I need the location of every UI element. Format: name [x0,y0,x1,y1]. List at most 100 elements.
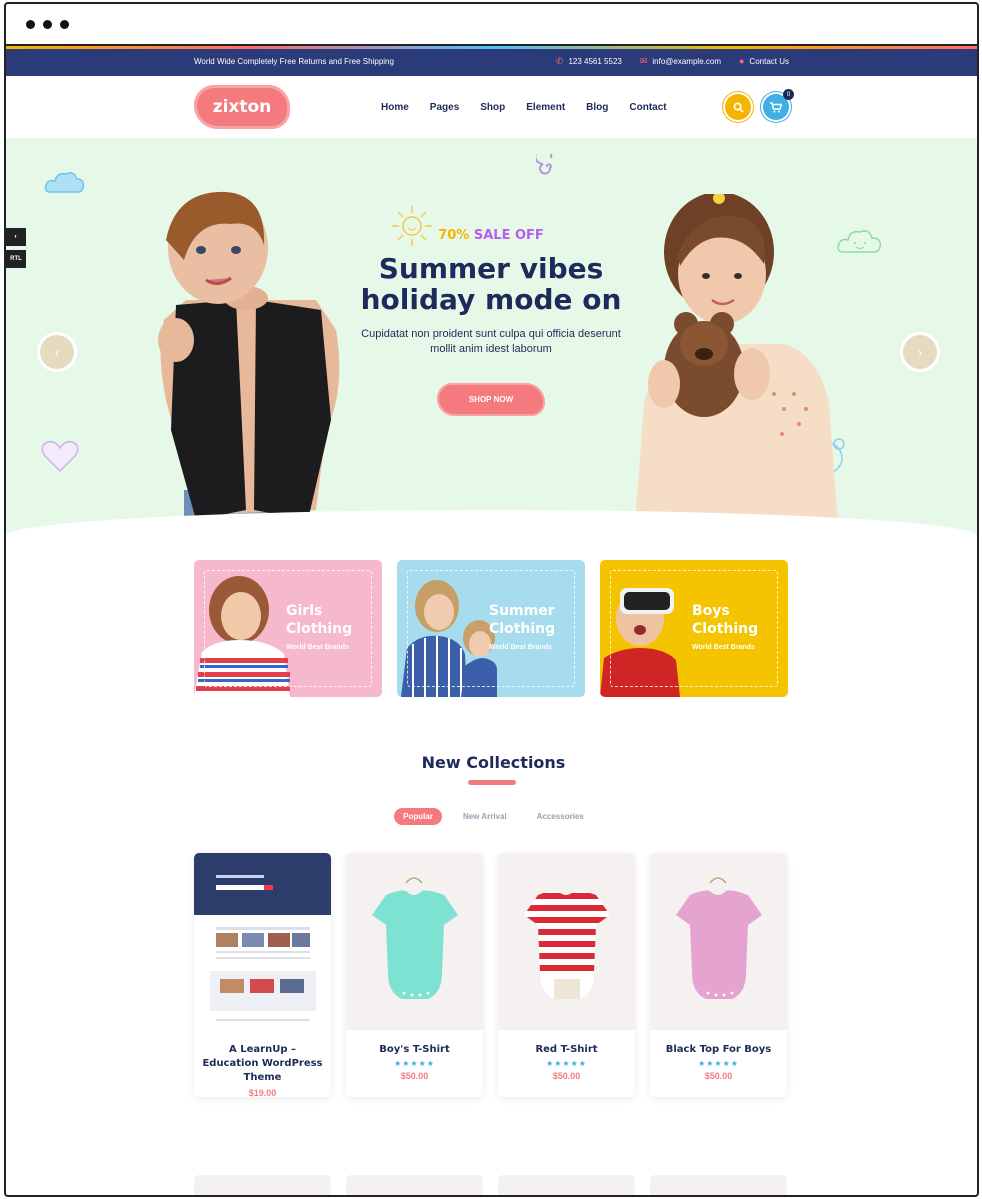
hero-subtitle-line-1: Cupidatat non proident sunt culpa qui of… [361,328,621,340]
browser-window: World Wide Completely Free Returns and F… [4,2,979,1197]
tab-accessories[interactable]: Accessories [528,808,593,825]
contact-link[interactable]: ● Contact Us [739,56,789,67]
phone-text: 123 4561 5523 [568,56,622,66]
category-tagline: World Best Brands [692,644,755,651]
product-name[interactable]: Boy's T-Shirt [346,1043,483,1057]
nav-item-pages[interactable]: Pages [430,102,459,113]
category-title-line-2: Clothing [489,621,556,637]
product-name[interactable]: Red T-Shirt [498,1043,635,1057]
nav-item-element[interactable]: Element [526,102,565,113]
sale-percent: 70% [438,228,470,243]
product-card[interactable]: Boy's T-Shirt ★★★★★ $50.00 [346,853,483,1097]
search-icon [733,102,744,113]
cart-count-badge: 0 [783,89,794,100]
category-tagline: World Best Brands [286,644,349,651]
hero-headline-line-2: holiday mode on [360,283,622,316]
theme-screenshot [194,853,331,1021]
product-card-partial[interactable] [498,1175,635,1195]
product-card[interactable]: A LearnUp – Education WordPress Theme $1… [194,853,331,1097]
product-grid-next-row [194,1175,787,1195]
palette-icon: ◐ [14,234,18,240]
chevron-right-icon: › [917,344,923,360]
swirl-doodle-icon [536,154,553,175]
mail-icon: ✉ [639,55,648,66]
hero-boy-image [158,191,340,536]
search-button[interactable] [725,94,751,120]
contact-text: Contact Us [749,56,789,66]
category-title: Boys Clothing [692,602,758,638]
heart-doodle-icon [41,440,79,473]
sale-label: SALE OFF [473,228,544,243]
category-card-summer[interactable]: Summer Clothing World Best Brands [397,560,585,697]
category-title-line-1: Girls [286,603,323,619]
product-card-partial[interactable] [650,1175,787,1195]
window-dot-icon[interactable] [60,19,69,29]
product-price: $50.00 [400,1071,429,1081]
cart-button[interactable]: 0 [763,89,794,120]
rainbow-stripe [6,46,977,49]
hero-girl-image [634,194,839,536]
email-link[interactable]: ✉ info@example.com [640,56,721,67]
nav-item-shop[interactable]: Shop [480,102,505,113]
tab-new-arrival[interactable]: New Arrival [454,808,516,825]
shop-now-button[interactable]: SHOP NOW [436,383,546,416]
sale-tag: 70% SALE OFF [346,228,636,243]
cart-icon [770,101,782,112]
product-image-mint-onesie [346,853,483,1030]
window-controls [6,4,977,46]
email-text: info@example.com [652,56,721,66]
hero-headline: Summer vibes holiday mode on [346,253,636,315]
product-card-partial[interactable] [194,1175,331,1195]
section-title: New Collections [421,753,566,772]
window-dot-icon[interactable] [26,19,35,29]
product-image-theme [194,853,331,1030]
onesie-mint-icon [372,877,458,999]
color-palette-button[interactable]: ◐ [6,228,26,246]
nav-item-blog[interactable]: Blog [586,102,608,113]
nav-item-contact[interactable]: Contact [629,102,666,113]
rating-stars-icon: ★★★★★ [546,1059,587,1068]
product-name[interactable]: Black Top For Boys [650,1043,787,1057]
next-slide-button[interactable]: › [903,335,937,369]
cloud-doodle-icon [44,172,85,193]
category-title-line-2: Clothing [692,621,759,637]
collection-tabs: Popular New Arrival Accessories [6,808,977,825]
title-underline [468,780,516,785]
site-header: zixton Home Pages Shop Element Blog Cont… [6,76,977,138]
phone-link[interactable]: ✆ 123 4561 5523 [556,56,622,67]
hero-slider: 70% SALE OFF Summer vibes holiday mode o… [6,138,977,536]
onesie-pink-icon [676,877,762,999]
product-image-striped-onesie [498,853,635,1030]
product-name[interactable]: A LearnUp – Education WordPress Theme [194,1043,331,1085]
product-image-pink-onesie [650,853,787,1030]
product-price: $19.00 [248,1088,277,1097]
hero-subtitle-line-2: mollit anim idest laborum [430,343,552,355]
category-title: Summer Clothing [489,602,555,638]
category-title: Girls Clothing [286,602,352,638]
prev-slide-button[interactable]: ‹ [40,335,74,369]
hero-headline-line-1: Summer vibes [378,252,604,285]
promo-text: World Wide Completely Free Returns and F… [194,56,394,66]
hero-subtitle: Cupidatat non proident sunt culpa qui of… [346,327,636,357]
product-grid: A LearnUp – Education WordPress Theme $1… [194,853,787,1097]
category-title-line-2: Clothing [286,621,353,637]
top-bar: World Wide Completely Free Returns and F… [6,46,977,76]
site-logo[interactable]: zixton [194,85,290,129]
product-price: $50.00 [552,1071,581,1081]
main-nav: Home Pages Shop Element Blog Contact [381,102,667,113]
user-icon: ● [738,56,745,66]
window-dot-icon[interactable] [43,19,52,29]
category-tagline: World Best Brands [489,644,552,651]
product-card[interactable]: Black Top For Boys ★★★★★ $50.00 [650,853,787,1097]
category-title-line-1: Boys [692,603,730,619]
category-card-girls[interactable]: Girls Clothing World Best Brands [194,560,382,697]
product-card[interactable]: Red T-Shirt ★★★★★ $50.00 [498,853,635,1097]
tab-popular[interactable]: Popular [394,808,442,825]
category-card-boys[interactable]: Boys Clothing World Best Brands [600,560,788,697]
category-title-line-1: Summer [489,603,555,619]
rtl-toggle-button[interactable]: RTL [6,250,26,268]
chevron-left-icon: ‹ [54,344,60,360]
product-card-partial[interactable] [346,1175,483,1195]
nav-item-home[interactable]: Home [381,102,409,113]
product-price: $50.00 [704,1071,733,1081]
